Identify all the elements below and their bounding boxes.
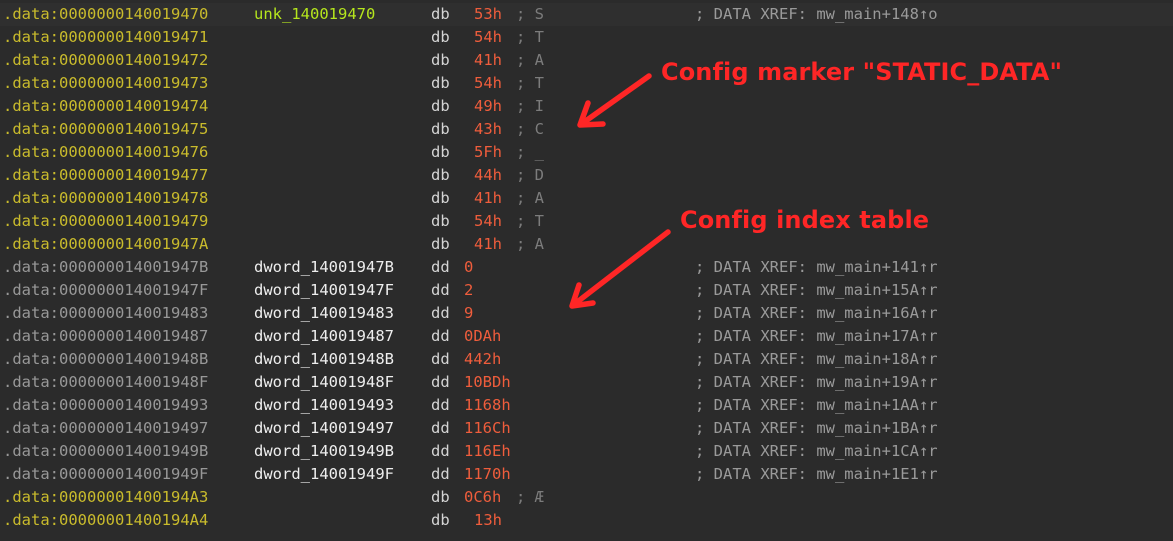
- arrow-config-marker: [577, 73, 652, 128]
- callout-config-index-table: Config index table: [680, 206, 930, 234]
- arrow-config-index: [569, 229, 671, 309]
- disassembly-view[interactable]: .data:0000000140019470 unk_140019470 db 53h…: [0, 0, 1173, 541]
- callout-config-marker: Config marker "STATIC_DATA": [661, 58, 1063, 86]
